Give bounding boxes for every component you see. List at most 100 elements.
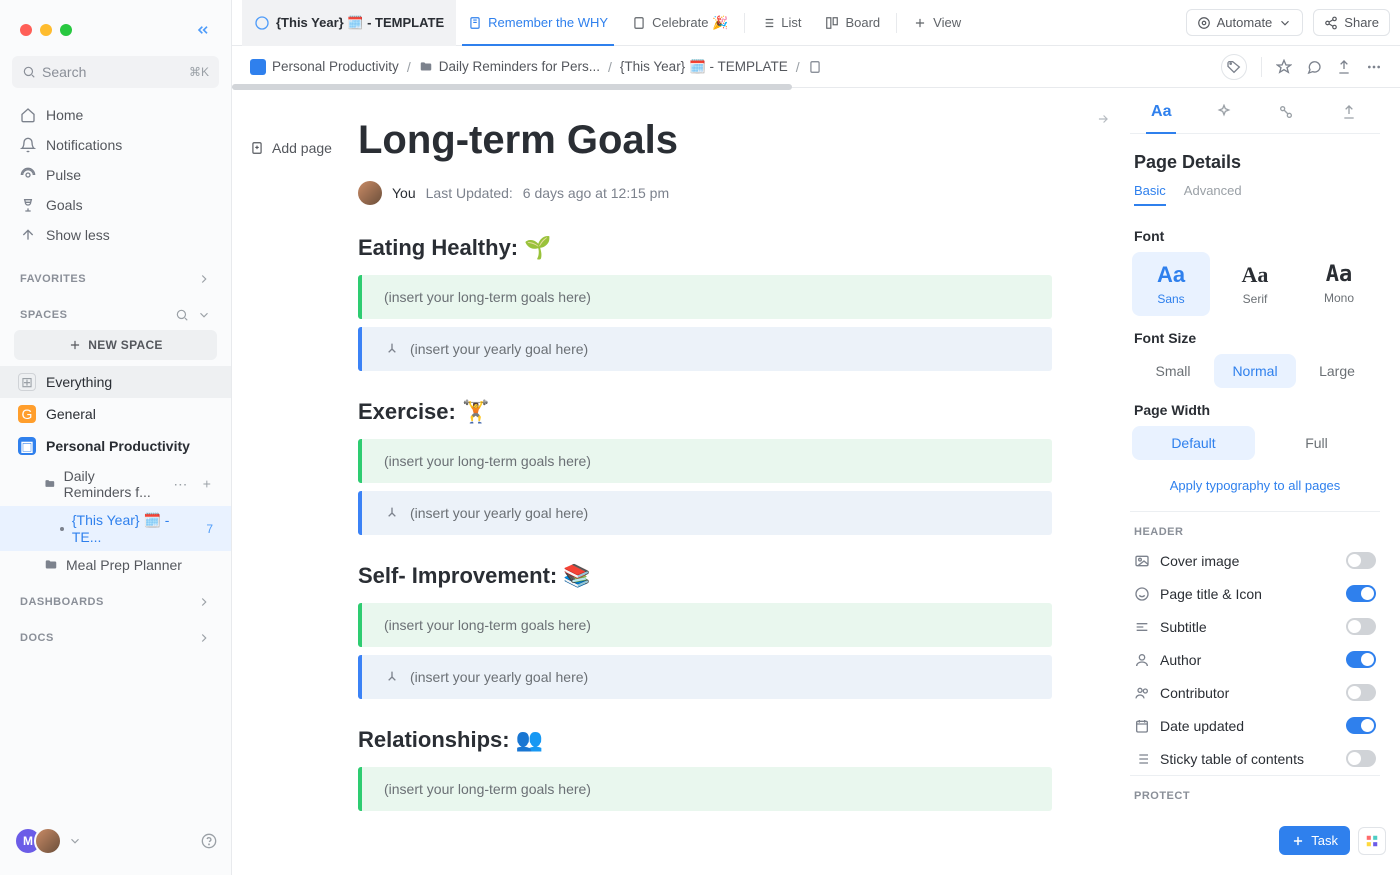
add-icon[interactable] [201,477,213,491]
fontsize-small[interactable]: Small [1132,354,1214,388]
longterm-callout[interactable]: (insert your long-term goals here) [358,439,1052,483]
nav-home[interactable]: Home [0,100,231,130]
dashboards-header[interactable]: DASHBOARDS [0,579,231,615]
collapse-arrow-icon[interactable] [384,341,400,357]
share-button[interactable]: Share [1313,9,1390,36]
collapse-arrow-icon[interactable] [384,505,400,521]
space-personal-productivity[interactable]: ▣Personal Productivity [0,430,231,462]
font-mono[interactable]: AaMono [1300,252,1378,316]
subtab-basic[interactable]: Basic [1134,183,1166,206]
section-heading[interactable]: Exercise: 🏋️ [358,399,1052,425]
font-sans-label: Sans [1157,292,1184,306]
page-title[interactable]: Long-term Goals [358,118,1072,163]
updated-label: Last Updated: [426,185,513,201]
comment-icon[interactable] [1306,59,1322,75]
automate-button[interactable]: Automate [1186,9,1304,36]
crumb-space[interactable]: Personal Productivity [250,59,399,75]
tab-list[interactable]: List [749,0,813,46]
toggle-switch[interactable] [1346,651,1376,668]
spaces-search-icon[interactable] [175,308,189,322]
tab-this-year[interactable]: {This Year} 🗓️ - TEMPLATE [242,0,456,46]
open-panel-icon[interactable] [1096,112,1110,126]
subtab-advanced[interactable]: Advanced [1184,183,1242,206]
minimize-window-dot[interactable] [40,24,52,36]
nav-pulse[interactable]: Pulse [0,160,231,190]
star-icon[interactable] [1276,59,1292,75]
longterm-callout[interactable]: (insert your long-term goals here) [358,603,1052,647]
export-icon[interactable] [1336,59,1352,75]
sidebar-item-daily-reminders[interactable]: Daily Reminders f...⋯ [0,462,231,506]
tab-board[interactable]: Board [813,0,892,46]
help-icon[interactable] [201,833,217,849]
sidebar-item-this-year[interactable]: {This Year} 🗓️ - TE...7 [0,506,231,551]
avatar-stack[interactable]: M [14,827,62,855]
close-window-dot[interactable] [20,24,32,36]
crumb-sep: / [796,59,800,75]
toggle-switch[interactable] [1346,684,1376,701]
fontsize-normal[interactable]: Normal [1214,354,1296,388]
horizontal-scrollbar[interactable] [232,84,792,90]
toggle-switch[interactable] [1346,585,1376,602]
more-icon[interactable] [1366,59,1382,75]
tab-list-label: List [781,15,801,30]
window-controls [0,0,231,50]
panel-tab-export[interactable] [1324,90,1374,134]
new-task-button[interactable]: Task [1279,826,1350,855]
panel-subtabs: Basic Advanced [1130,183,1380,214]
longterm-callout[interactable]: (insert your long-term goals here) [358,275,1052,319]
panel-tab-ai[interactable] [1199,90,1249,134]
toggle-switch[interactable] [1346,552,1376,569]
width-default[interactable]: Default [1132,426,1255,460]
width-full[interactable]: Full [1255,426,1378,460]
section-heading[interactable]: Relationships: 👥 [358,727,1052,753]
yearly-callout[interactable]: (insert your yearly goal here) [358,327,1052,371]
add-page-button[interactable]: Add page [250,140,332,156]
toggle-switch[interactable] [1346,750,1376,767]
apps-button[interactable] [1358,827,1386,855]
callout-text: (insert your yearly goal here) [410,669,588,685]
font-serif[interactable]: AaSerif [1216,252,1294,316]
chevron-down-icon[interactable] [68,834,82,848]
space-general[interactable]: GGeneral [0,398,231,430]
panel-tabs: Aa [1130,90,1380,134]
maximize-window-dot[interactable] [60,24,72,36]
collapse-sidebar-icon[interactable] [195,22,211,38]
longterm-callout[interactable]: (insert your long-term goals here) [358,767,1052,811]
docs-header[interactable]: DOCS [0,615,231,651]
yearly-callout[interactable]: (insert your yearly goal here) [358,655,1052,699]
nav-notifications[interactable]: Notifications [0,130,231,160]
crumb-current[interactable]: {This Year} 🗓️ - TEMPLATE [620,59,788,75]
yearly-callout[interactable]: (insert your yearly goal here) [358,491,1052,535]
panel-tab-relationships[interactable] [1261,90,1311,134]
fontsize-large[interactable]: Large [1296,354,1378,388]
section-heading[interactable]: Self- Improvement: 📚 [358,563,1052,589]
more-icon[interactable]: ⋯ [173,476,187,493]
nav-show-less[interactable]: Show less [0,220,231,250]
spaces-header[interactable]: SPACES [0,292,231,328]
author-avatar[interactable] [358,181,382,205]
font-sans[interactable]: AaSans [1132,252,1210,316]
collapse-arrow-icon[interactable] [384,669,400,685]
section-heading[interactable]: Eating Healthy: 🌱 [358,235,1052,261]
chevron-down-icon[interactable] [197,308,211,322]
nav-notifications-label: Notifications [46,137,122,153]
doc-icon [808,60,822,74]
new-space-button[interactable]: NEW SPACE [14,330,217,360]
crumb-sep: / [608,59,612,75]
nav-goals[interactable]: Goals [0,190,231,220]
search-input[interactable]: Search ⌘K [12,56,219,88]
section-exercise: Exercise: 🏋️ (insert your long-term goal… [358,399,1052,535]
tab-remember-why[interactable]: Remember the WHY [456,0,620,46]
favorites-header[interactable]: FAVORITES [0,256,231,292]
toggle-switch[interactable] [1346,618,1376,635]
tag-icon[interactable] [1221,54,1247,80]
sidebar-item-meal-prep-label: Meal Prep Planner [66,557,182,573]
panel-tab-typography[interactable]: Aa [1136,90,1186,134]
toggle-switch[interactable] [1346,717,1376,734]
crumb-folder[interactable]: Daily Reminders for Pers... [419,59,600,74]
apply-typography-link[interactable]: Apply typography to all pages [1130,460,1380,511]
tab-celebrate[interactable]: Celebrate 🎉 [620,0,740,46]
tab-add-view[interactable]: View [901,0,973,46]
space-everything[interactable]: ⊞Everything [0,366,231,398]
sidebar-item-meal-prep[interactable]: Meal Prep Planner [0,551,231,579]
